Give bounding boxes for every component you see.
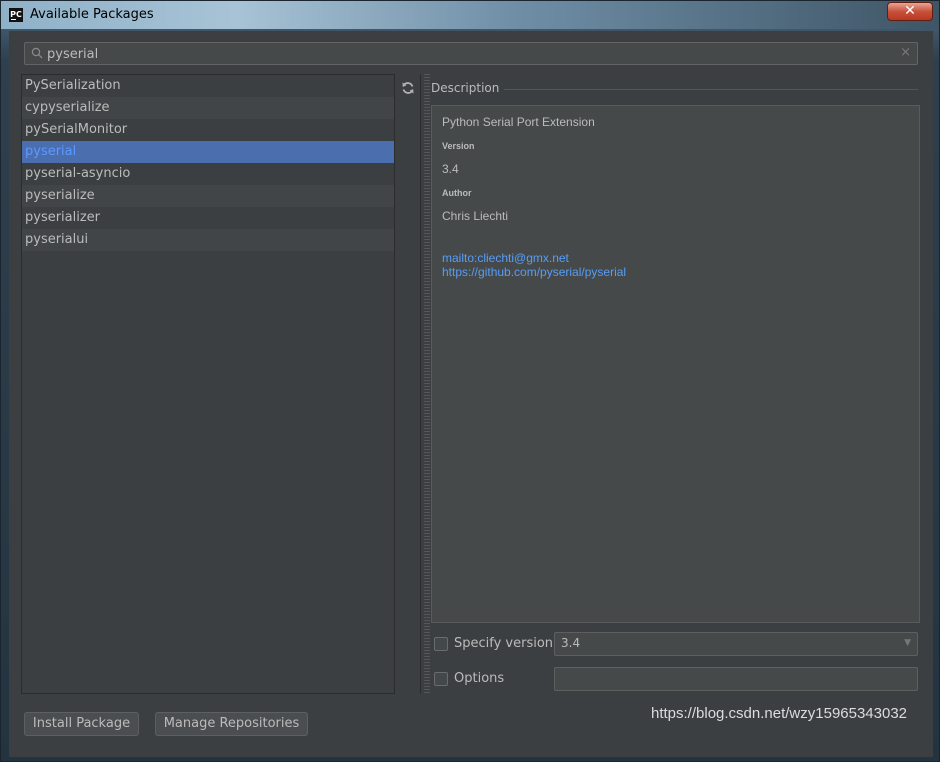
window-title: Available Packages	[30, 7, 154, 22]
package-list-item[interactable]: pySerialMonitor	[22, 119, 394, 141]
options-label: Options	[454, 671, 505, 686]
search-field[interactable]: ×	[24, 42, 918, 65]
close-button[interactable]: ✕	[887, 2, 933, 21]
description-divider	[504, 89, 918, 90]
title-bar[interactable]: PC Available Packages ✕	[1, 1, 939, 29]
package-list-item[interactable]: cypyserialize	[22, 97, 394, 119]
project-link[interactable]: https://github.com/pyserial/pyserial	[442, 265, 626, 279]
install-package-button[interactable]: Install Package	[24, 712, 139, 736]
version-select-value: 3.4	[561, 636, 581, 650]
options-input[interactable]	[554, 667, 918, 691]
refresh-icon[interactable]	[401, 81, 415, 95]
package-list-item[interactable]: PySerialization	[22, 75, 394, 97]
manage-repositories-button[interactable]: Manage Repositories	[155, 712, 308, 736]
package-list-item[interactable]: pyserialui	[22, 229, 394, 251]
clear-search-icon[interactable]: ×	[900, 45, 911, 60]
package-list-item[interactable]: pyserialize	[22, 185, 394, 207]
version-value: 3.4	[442, 162, 459, 176]
version-select[interactable]: 3.4 ▼	[554, 632, 918, 656]
dialog-content: × PySerializationcypyserializepySerialMo…	[9, 31, 933, 757]
description-panel: Python Serial Port Extension Version 3.4…	[431, 105, 920, 623]
author-heading: Author	[442, 188, 472, 198]
package-list-item[interactable]: pyserial-asyncio	[22, 163, 394, 185]
dialog-window: PC Available Packages ✕ × PySerializatio…	[0, 0, 940, 762]
list-toolbar	[395, 74, 421, 694]
watermark: https://blog.csdn.net/wzy15965343032	[651, 705, 908, 722]
panel-splitter[interactable]	[424, 74, 430, 694]
chevron-down-icon: ▼	[904, 638, 911, 648]
search-input[interactable]	[47, 45, 887, 63]
description-heading: Description	[431, 81, 500, 95]
email-link[interactable]: mailto:cliechti@gmx.net	[442, 251, 569, 265]
author-value: Chris Liechti	[442, 209, 509, 223]
package-list-item[interactable]: pyserializer	[22, 207, 394, 229]
package-summary: Python Serial Port Extension	[442, 115, 595, 129]
specify-version-label: Specify version	[454, 636, 554, 651]
version-heading: Version	[442, 141, 475, 151]
options-checkbox[interactable]	[434, 672, 448, 686]
search-icon	[31, 47, 43, 59]
package-list-item[interactable]: pyserial	[22, 141, 394, 163]
package-list[interactable]: PySerialization cypyserialize pySerialMoni…	[21, 74, 395, 694]
pycharm-app-icon: PC	[9, 8, 23, 22]
specify-version-checkbox[interactable]	[434, 637, 448, 651]
